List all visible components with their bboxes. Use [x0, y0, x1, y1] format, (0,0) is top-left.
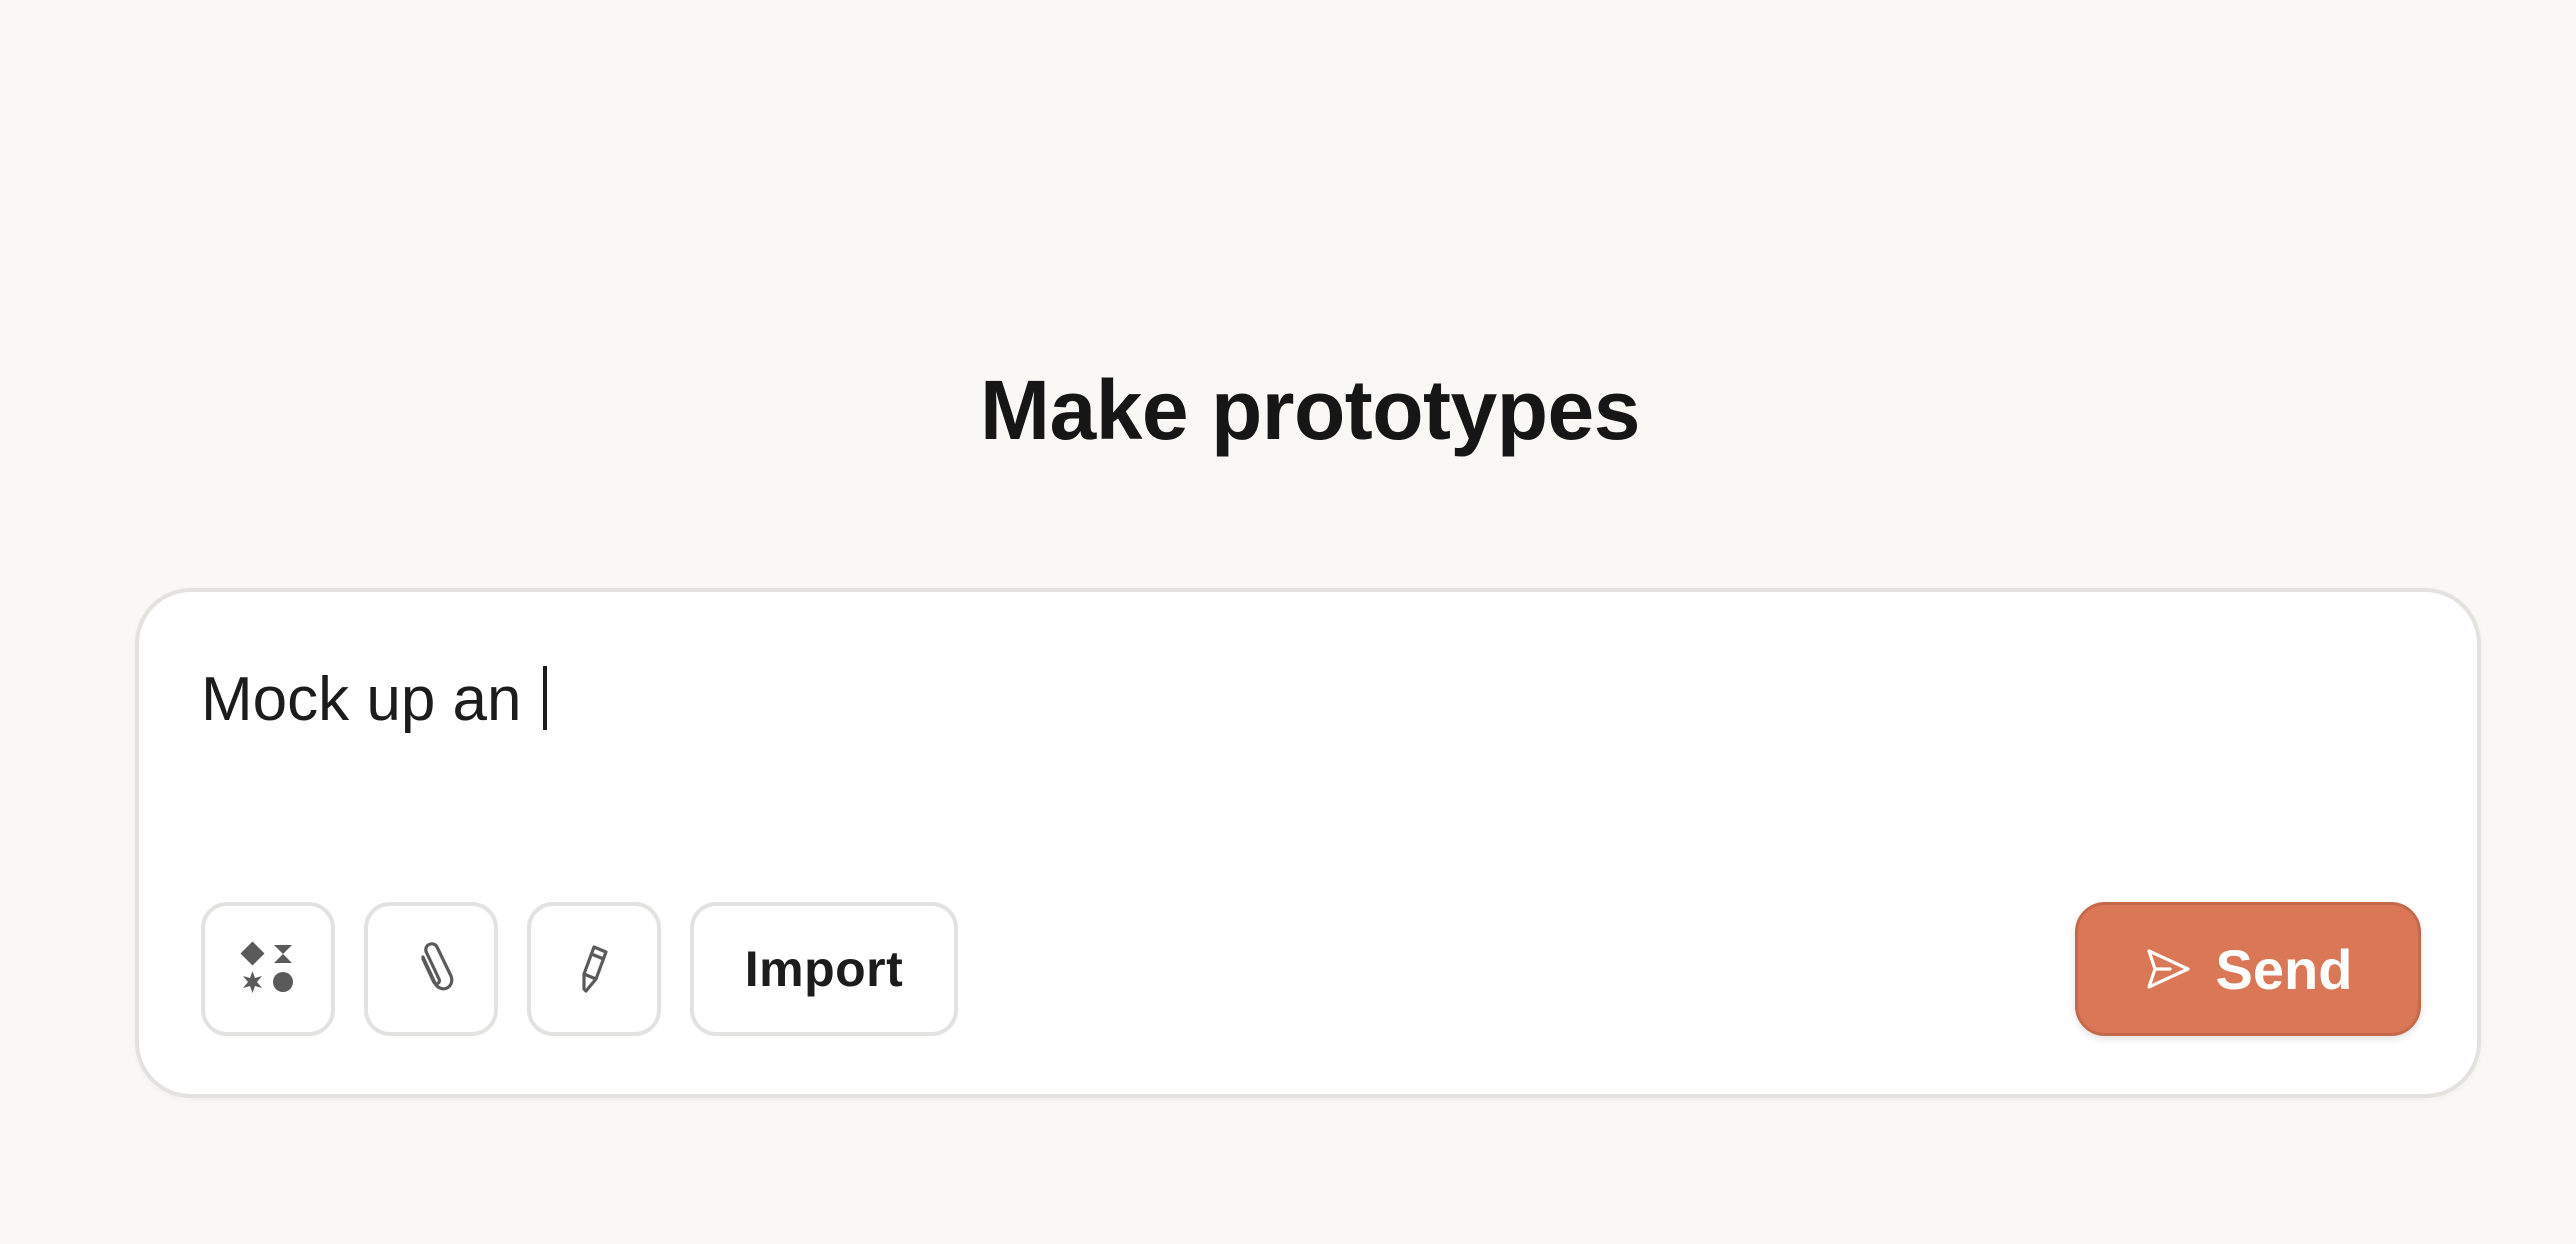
prompt-input-value[interactable]: Mock up an — [201, 665, 539, 734]
paperclip-icon — [401, 939, 461, 999]
send-icon — [2144, 945, 2192, 993]
pencil-icon — [564, 939, 624, 999]
import-button[interactable]: Import — [690, 902, 958, 1036]
send-button[interactable]: Send — [2075, 902, 2421, 1036]
page: Make prototypes Mock up an Import Send — [0, 0, 2576, 1244]
attach-button[interactable] — [364, 902, 498, 1036]
shapes-icon — [239, 940, 297, 998]
page-title: Make prototypes — [980, 363, 1641, 457]
send-label: Send — [2215, 937, 2353, 1001]
prompt-composer: Mock up an Import Send — [135, 588, 2481, 1098]
shapes-button[interactable] — [201, 902, 335, 1036]
text-caret — [542, 666, 547, 730]
draw-button[interactable] — [527, 902, 661, 1036]
prompt-input[interactable]: Mock up an — [201, 662, 547, 738]
